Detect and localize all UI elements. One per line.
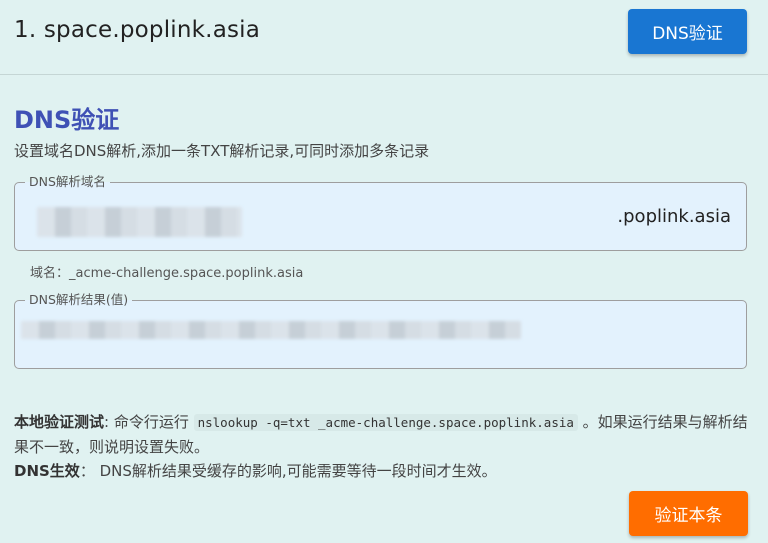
dns-effect-text: ： DNS解析结果受缓存的影响,可能需要等待一段时间才生效。 [79,462,497,480]
section-title: DNS验证 [14,106,120,134]
local-test-prefix: : 命令行运行 [104,413,194,431]
verify-this-button[interactable]: 验证本条 [629,491,748,536]
domain-suffix: .poplink.asia [617,206,731,227]
redacted-dns-value [21,321,521,339]
domain-header: 1. space.poplink.asia DNS验证 [0,0,768,75]
dns-effect-label: DNS生效 [14,462,80,480]
dns-name-helper-text: 域名：_acme-challenge.space.poplink.asia [30,266,304,281]
redacted-subdomain [37,207,242,237]
nslookup-command: nslookup -q=txt _acme-challenge.space.po… [193,414,578,431]
dns-name-field-label: DNS解析域名 [25,174,110,190]
section-subtitle: 设置域名DNS解析,添加一条TXT解析记录,可同时添加多条记录 [14,142,430,160]
dns-value-field-label: DNS解析结果(值) [25,292,133,308]
dns-value-field[interactable]: DNS解析结果(值) [14,292,747,369]
instructions: 本地验证测试: 命令行运行 nslookup -q=txt _acme-chal… [14,410,754,483]
dns-name-field[interactable]: DNS解析域名 .poplink.asia [14,174,747,251]
domain-title: 1. space.poplink.asia [14,17,261,43]
local-test-label: 本地验证测试 [14,413,105,431]
dns-verify-button[interactable]: DNS验证 [628,9,747,54]
